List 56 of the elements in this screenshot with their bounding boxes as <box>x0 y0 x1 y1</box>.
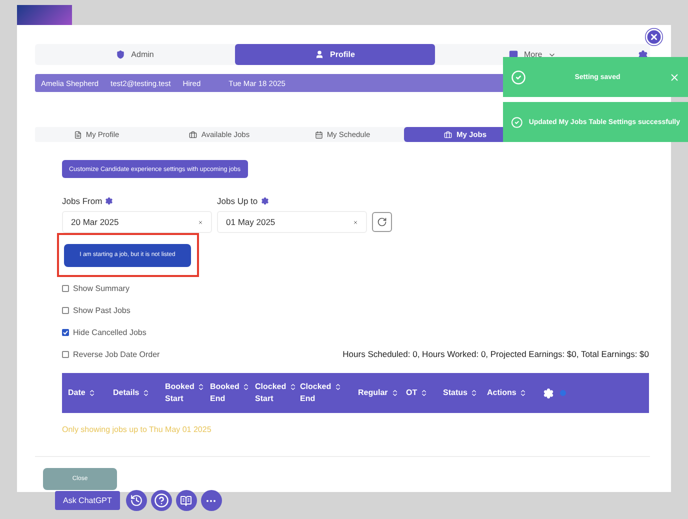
user-icon <box>315 50 324 59</box>
shield-icon <box>116 50 126 59</box>
column-header[interactable]: Actions <box>487 387 516 399</box>
column-header[interactable]: Status <box>443 387 468 399</box>
column-header[interactable]: Booked End <box>210 381 240 405</box>
settings-icon[interactable] <box>260 197 269 205</box>
help-icon[interactable] <box>150 490 172 511</box>
sort-icon <box>420 389 428 397</box>
field-label: Jobs Up to <box>217 196 258 206</box>
option-checkbox[interactable]: Show Summary <box>62 284 130 292</box>
briefcase-icon <box>444 130 452 138</box>
tab[interactable]: Profile <box>235 44 435 65</box>
more-icon[interactable] <box>200 490 222 511</box>
sort-icon <box>334 383 342 391</box>
option-checkbox[interactable]: Show Past Jobs <box>62 306 130 314</box>
summary-text: Hours Scheduled: 0, Hours Worked: 0, Projected Earnings: $0, Total Earnings: $0 <box>342 349 649 359</box>
check-icon <box>511 114 523 130</box>
sort-icon <box>88 389 96 397</box>
logo <box>17 5 72 27</box>
briefcase-icon <box>189 130 198 138</box>
close-icon[interactable] <box>645 28 663 46</box>
notice-text: Only showing jobs up to Thu May 01 2025 <box>62 425 212 434</box>
document-icon <box>74 130 82 138</box>
date-field[interactable]: 20 Mar 2025 <box>62 211 212 233</box>
sort-icon <box>519 389 528 397</box>
column-header[interactable]: Clocked Start <box>255 381 286 405</box>
field-label: Jobs From <box>62 196 102 206</box>
column-header[interactable]: Booked Start <box>165 381 194 405</box>
option-checkbox[interactable]: Reverse Job Date Order <box>62 350 160 358</box>
assistant-button[interactable]: Ask ChatGPT <box>55 491 120 510</box>
sort-icon <box>142 389 150 397</box>
refresh-icon <box>377 217 387 227</box>
history-icon[interactable] <box>126 490 147 511</box>
check-icon <box>511 70 526 84</box>
sort-icon <box>289 383 298 391</box>
column-header[interactable]: OT <box>406 387 418 399</box>
checkbox[interactable] <box>62 328 69 336</box>
sort-icon <box>470 389 478 397</box>
column-header[interactable]: Details <box>113 387 140 399</box>
refresh-button[interactable] <box>372 212 392 232</box>
sort-icon <box>242 383 250 391</box>
sort-icon <box>390 389 399 397</box>
tab[interactable]: Admin <box>35 44 235 65</box>
date-field[interactable]: 01 May 2025 <box>217 211 367 233</box>
option-checkbox[interactable]: Hide Cancelled Jobs <box>62 328 146 336</box>
column-header[interactable]: Clocked End <box>300 381 332 405</box>
column-header[interactable]: Regular <box>358 387 388 399</box>
settings-icon[interactable] <box>105 197 114 205</box>
checkbox[interactable] <box>62 284 69 292</box>
checkbox[interactable] <box>62 306 69 314</box>
sort-icon <box>197 383 206 391</box>
book-icon[interactable] <box>176 490 197 511</box>
calendar-icon <box>314 130 323 138</box>
checkbox[interactable] <box>62 350 69 358</box>
column-header[interactable]: Date <box>68 387 86 399</box>
status-dot-icon <box>560 390 566 396</box>
